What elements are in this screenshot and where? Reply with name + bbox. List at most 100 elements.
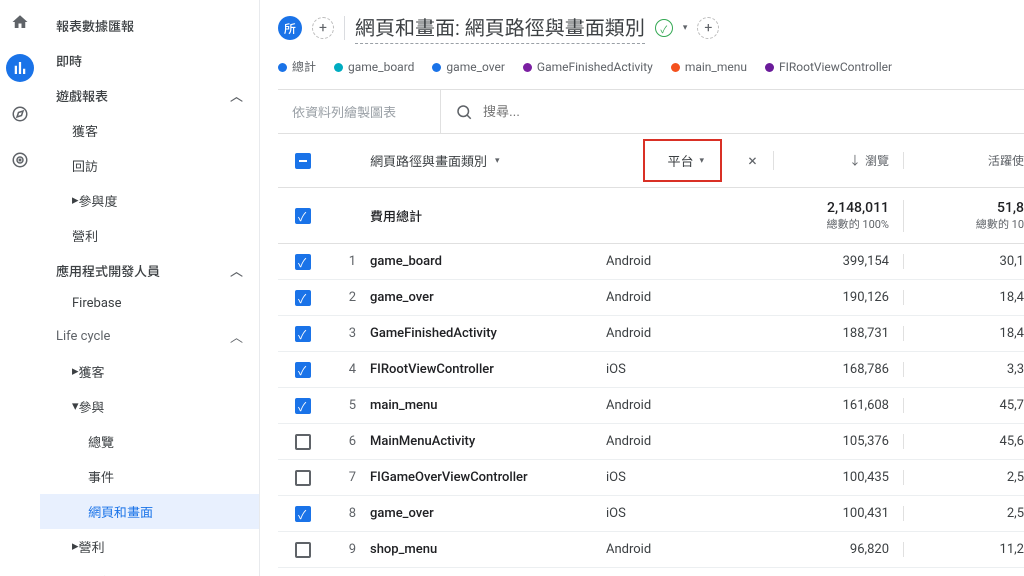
row-index: 4	[328, 362, 356, 377]
row-platform: Android	[602, 254, 732, 269]
row-checkbox[interactable]	[295, 542, 311, 558]
dropdown-caret-icon[interactable]: ▾	[683, 23, 688, 33]
legend-item[interactable]: game_over	[432, 60, 505, 74]
row-name: main_menu	[370, 398, 437, 413]
legend-dot-icon	[432, 63, 441, 72]
nav-lc-overview[interactable]: 總覽	[40, 424, 259, 459]
table-row[interactable]: 6MainMenuActivityAndroid105,37645,6	[278, 424, 1024, 460]
chevron-up-icon: ︿	[230, 327, 243, 346]
nav-app-developer[interactable]: 應用程式開發人員 ︿	[40, 253, 259, 288]
nav-engagement[interactable]: ▸參與度	[40, 183, 259, 218]
legend-item[interactable]: 總計	[278, 58, 316, 75]
row-views: 100,431	[774, 506, 904, 521]
nav-game-reports[interactable]: 遊戲報表 ︿	[40, 78, 259, 113]
dropdown-caret-icon[interactable]: ▾	[495, 156, 500, 166]
legend-item[interactable]: FIRootViewController	[765, 60, 892, 74]
nav-lc-engagement[interactable]: ▾參與	[40, 389, 259, 424]
chevron-up-icon: ︿	[230, 261, 243, 280]
table-row[interactable]: 2game_overAndroid190,12618,4	[278, 280, 1024, 316]
column-dimension-label[interactable]: 網頁路徑與畫面類別	[370, 151, 487, 170]
row-checkbox[interactable]	[295, 398, 311, 414]
table-row[interactable]: 7FIGameOverViewControlleriOS100,4352,5	[278, 460, 1024, 496]
table-row[interactable]: 1game_boardAndroid399,15430,1	[278, 244, 1024, 280]
page-title[interactable]: 網頁和畫面: 網頁路徑與畫面類別	[355, 12, 645, 44]
legend-item[interactable]: GameFinishedActivity	[523, 60, 653, 74]
nav-lifecycle[interactable]: Life cycle ︿	[40, 319, 259, 354]
row-name: GameFinishedActivity	[370, 326, 497, 341]
scope-badge[interactable]: 所	[278, 16, 302, 40]
nav-lifecycle-label: Life cycle	[56, 329, 110, 344]
row-views: 399,154	[774, 254, 904, 269]
totals-checkbox[interactable]	[295, 208, 311, 224]
nav-report-snapshot[interactable]: 報表數據匯報	[40, 8, 259, 43]
row-checkbox[interactable]	[295, 470, 311, 486]
nav-acquisition[interactable]: 獲客	[40, 113, 259, 148]
add-filter-button[interactable]: +	[697, 17, 719, 39]
nav-monetization[interactable]: 營利	[40, 218, 259, 253]
reports-icon[interactable]	[6, 54, 34, 82]
status-ok-icon[interactable]: ✓	[655, 19, 673, 37]
table-header-row: 網頁路徑與畫面類別 ▾ 平台 ▾ × ↓ 瀏覽 活躍使	[278, 134, 1024, 188]
row-users: 18,4	[904, 290, 1024, 305]
column-views[interactable]: ↓ 瀏覽	[774, 152, 904, 169]
explore-icon[interactable]	[6, 100, 34, 128]
row-users: 30,1	[904, 254, 1024, 269]
row-views: 190,126	[774, 290, 904, 305]
row-name: FIGameOverViewController	[370, 470, 528, 485]
row-name: game_over	[370, 506, 434, 521]
column-platform-label: 平台	[667, 151, 693, 170]
row-name: FIRootViewController	[370, 362, 494, 377]
column-platform-highlighted[interactable]: 平台 ▾	[643, 139, 722, 182]
nav-engagement-label: 參與度	[79, 191, 118, 210]
dropdown-caret-icon: ▾	[699, 156, 704, 166]
row-index: 5	[328, 398, 356, 413]
table-row[interactable]: 3GameFinishedActivityAndroid188,73118,4	[278, 316, 1024, 352]
nav-lc-monetization[interactable]: ▸營利	[40, 529, 259, 564]
row-checkbox[interactable]	[295, 290, 311, 306]
row-checkbox[interactable]	[295, 434, 311, 450]
home-icon[interactable]	[6, 8, 34, 36]
row-checkbox[interactable]	[295, 254, 311, 270]
remove-column-button[interactable]: ×	[732, 151, 774, 170]
legend-item[interactable]: main_menu	[671, 60, 747, 74]
select-all-checkbox[interactable]	[295, 153, 311, 169]
row-views: 168,786	[774, 362, 904, 377]
table-row[interactable]: 4FIRootViewControlleriOS168,7863,3	[278, 352, 1024, 388]
nav-realtime[interactable]: 即時	[40, 43, 259, 78]
row-checkbox[interactable]	[295, 362, 311, 378]
title-bar: 所 + 網頁和畫面: 網頁路徑與畫面類別 ✓ ▾ +	[278, 12, 1024, 44]
nav-firebase[interactable]: Firebase	[40, 288, 259, 319]
plot-rows-hint[interactable]: 依資料列繪製圖表	[278, 90, 441, 133]
table-row[interactable]: 9shop_menuAndroid96,82011,2	[278, 532, 1024, 568]
totals-users: 51,8	[904, 200, 1024, 216]
row-name: shop_menu	[370, 542, 437, 557]
row-name: game_over	[370, 290, 434, 305]
chevron-up-icon: ︿	[230, 86, 243, 105]
row-views: 105,376	[774, 434, 904, 449]
nav-lc-events[interactable]: 事件	[40, 459, 259, 494]
column-active-users[interactable]: 活躍使	[904, 152, 1024, 169]
row-users: 3,3	[904, 362, 1024, 377]
row-checkbox[interactable]	[295, 506, 311, 522]
table-toolbar: 依資料列繪製圖表	[278, 90, 1024, 134]
legend-dot-icon	[334, 63, 343, 72]
nav-game-reports-label: 遊戲報表	[56, 86, 108, 105]
nav-lc-retention[interactable]: 回訪率	[40, 564, 259, 576]
sidebar: 報表數據匯報 即時 遊戲報表 ︿ 獲客 回訪 ▸參與度 營利 應用程式開發人員 …	[40, 0, 260, 576]
table-row[interactable]: 5main_menuAndroid161,60845,7	[278, 388, 1024, 424]
row-name: MainMenuActivity	[370, 434, 475, 449]
nav-lc-acquisition[interactable]: ▸獲客	[40, 354, 259, 389]
nav-app-developer-label: 應用程式開發人員	[56, 261, 160, 280]
nav-lc-pages-screens[interactable]: 網頁和畫面	[40, 494, 259, 529]
advertising-icon[interactable]	[6, 146, 34, 174]
row-name: game_board	[370, 254, 442, 269]
table-row[interactable]: 8game_overiOS100,4312,5	[278, 496, 1024, 532]
row-users: 11,2	[904, 542, 1024, 557]
legend-item[interactable]: game_board	[334, 60, 414, 74]
add-comparison-button[interactable]: +	[312, 17, 334, 39]
row-platform: Android	[602, 398, 732, 413]
row-checkbox[interactable]	[295, 326, 311, 342]
nav-retention[interactable]: 回訪	[40, 148, 259, 183]
row-index: 9	[328, 542, 356, 557]
search-input[interactable]	[483, 104, 1010, 119]
